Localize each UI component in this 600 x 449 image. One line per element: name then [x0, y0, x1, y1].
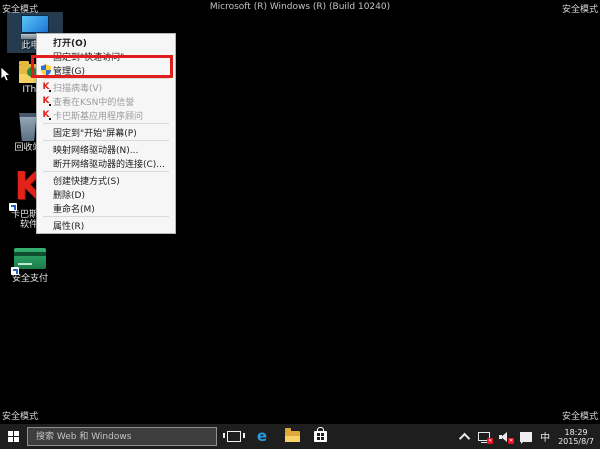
menu-item-disconnect-network-drive[interactable]: 断开网络驱动器的连接(C)... [37, 156, 175, 170]
menu-item-open[interactable]: 打开(O) [37, 35, 175, 49]
kaspersky-icon: K [40, 109, 52, 121]
kaspersky-icon: K [40, 81, 52, 93]
menu-item-label: 固定到"开始"屏幕(P) [53, 126, 137, 139]
tray-chevron-up-icon[interactable] [459, 432, 470, 443]
menu-separator [43, 216, 169, 217]
menu-item-delete[interactable]: 删除(D) [37, 187, 175, 201]
menu-item-properties[interactable]: 属性(R) [37, 218, 175, 232]
menu-item-label: 删除(D) [53, 188, 85, 201]
edge-browser-button[interactable]: e [250, 424, 274, 449]
desktop-icon-label: 安全支付 [8, 274, 52, 284]
network-disconnected-badge: ✕ [487, 438, 493, 444]
taskbar: e ✕ ✕ 中 18:29 2015 [0, 424, 600, 449]
taskbar-search-input[interactable] [27, 427, 217, 446]
menu-item-label: 映射网络驱动器(N)... [53, 143, 138, 156]
menu-item-ksn-reputation[interactable]: K 查看在KSN中的信誉 [37, 94, 175, 108]
menu-item-label: 断开网络驱动器的连接(C)... [53, 157, 165, 170]
menu-item-label: 重命名(M) [53, 202, 95, 215]
clock-time: 18:29 [558, 428, 594, 437]
menu-item-scan-virus[interactable]: K 扫描病毒(V) [37, 80, 175, 94]
safe-mode-label-bottom-left: 安全模式 [2, 409, 38, 422]
menu-separator [43, 140, 169, 141]
ime-language-indicator[interactable]: 中 [540, 429, 550, 444]
edge-icon: e [257, 429, 267, 444]
volume-muted-badge: ✕ [508, 438, 514, 444]
red-annotation-box [31, 55, 173, 78]
menu-item-label: 扫描病毒(V) [53, 81, 102, 94]
task-view-icon [227, 431, 241, 442]
taskbar-clock[interactable]: 18:29 2015/8/7 [558, 428, 594, 446]
file-explorer-button[interactable] [280, 424, 304, 449]
desktop-icon-safe-money[interactable]: 安全支付 [8, 248, 52, 284]
menu-item-label: 卡巴斯基应用程序顾问 [53, 109, 143, 122]
system-tray: ✕ ✕ 中 18:29 2015/8/7 [462, 424, 594, 449]
menu-item-pin-to-start[interactable]: 固定到"开始"屏幕(P) [37, 125, 175, 139]
safe-money-icon [14, 248, 46, 272]
menu-item-label: 打开(O) [53, 36, 87, 49]
menu-item-label: 查看在KSN中的信誉 [53, 95, 134, 108]
menu-item-label: 创建快捷方式(S) [53, 174, 120, 187]
menu-separator [43, 171, 169, 172]
file-explorer-icon [285, 431, 300, 442]
clock-date: 2015/8/7 [558, 437, 594, 446]
store-icon [314, 431, 327, 442]
shortcut-arrow-icon [9, 203, 17, 211]
store-button[interactable] [308, 424, 332, 449]
network-status-icon[interactable]: ✕ [478, 431, 491, 443]
mouse-cursor [0, 66, 11, 83]
menu-separator [43, 123, 169, 124]
kaspersky-icon: K [40, 95, 52, 107]
menu-separator [43, 78, 169, 79]
start-button[interactable] [0, 424, 26, 449]
volume-muted-icon[interactable]: ✕ [499, 431, 512, 443]
menu-item-rename[interactable]: 重命名(M) [37, 201, 175, 215]
windows-build-watermark: Microsoft (R) Windows (R) (Build 10240) [0, 2, 600, 12]
task-view-button[interactable] [222, 424, 246, 449]
safe-mode-label-bottom-right: 安全模式 [562, 409, 598, 422]
windows-logo-icon [8, 431, 19, 442]
shortcut-arrow-icon [11, 267, 19, 275]
menu-item-create-shortcut[interactable]: 创建快捷方式(S) [37, 173, 175, 187]
menu-item-app-advisor[interactable]: K 卡巴斯基应用程序顾问 [37, 108, 175, 122]
action-center-icon[interactable] [520, 431, 532, 443]
menu-item-label: 属性(R) [53, 219, 84, 232]
menu-item-map-network-drive[interactable]: 映射网络驱动器(N)... [37, 142, 175, 156]
desktop: 安全模式 安全模式 安全模式 安全模式 Microsoft (R) Window… [0, 0, 600, 449]
